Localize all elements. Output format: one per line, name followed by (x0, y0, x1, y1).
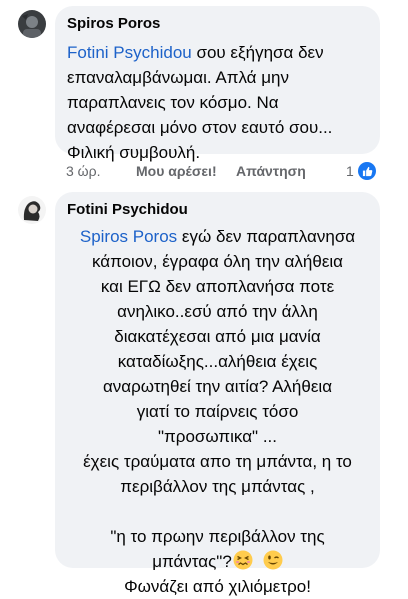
like-reaction-icon[interactable] (358, 162, 376, 180)
comment-line: γιατί το παίρνεις τόσο (136, 402, 299, 421)
comment-line: διακατέχεσαι από μια μανία (114, 327, 321, 346)
comment-line: καταδίωξης...αλήθεια έχεις (117, 352, 318, 371)
comment-time[interactable]: 3 ώρ. (66, 163, 100, 179)
comment-line: Spiros Poros εγώ δεν παραπλανησα (67, 224, 368, 249)
avatar-photo-icon (18, 196, 46, 224)
comment-line-text: εγώ δεν παραπλανησα (177, 227, 356, 246)
winking-face-icon (263, 550, 283, 570)
comment-line: "προσωπικα" ... (158, 427, 277, 446)
comment-line: έχεις τραύματα απο τη μπάντα, η το (83, 452, 352, 471)
avatar[interactable] (18, 196, 46, 224)
comment-line: και ΕΓΩ δεν αποπλανήσα ποτε (100, 277, 335, 296)
comment-author[interactable]: Spiros Poros (67, 14, 368, 34)
comment-line: κάποιον, έγραφα όλη την αλήθεια (91, 252, 343, 271)
mention-link[interactable]: Spiros Poros (80, 227, 177, 246)
comment-line: ανηλικο..εσύ από την άλλη (117, 302, 318, 321)
comment-text: Spiros Poros εγώ δεν παραπλανησα κάποιον… (67, 224, 368, 599)
comment-line-text: μπάντας"? (152, 552, 232, 571)
comment-line: Φωνάζει από χιλιόμετρο! (124, 577, 311, 596)
comment-author[interactable]: Fotini Psychidou (67, 200, 368, 220)
comment-line: περιβάλλον της μπάντας , (120, 477, 315, 496)
comment-text: Fotini Psychidou σου εξήγησα δεν επαναλα… (67, 40, 368, 165)
avatar[interactable] (18, 10, 46, 38)
avatar-photo-icon (18, 10, 46, 38)
reply-button[interactable]: Απάντηση (236, 163, 306, 179)
comment-bubble: Spiros Poros Fotini Psychidou σου εξήγησ… (55, 6, 380, 162)
reaction-count[interactable]: 1 (346, 163, 354, 179)
comment-actions: 3 ώρ. Μου αρέσει! Απάντηση 1 (66, 160, 386, 184)
thumbs-up-icon (362, 166, 372, 176)
comment-line: μπάντας"? (67, 549, 368, 574)
comment-line (67, 499, 368, 524)
comment-bubble: Fotini Psychidou Spiros Poros εγώ δεν πα… (55, 192, 380, 596)
comment-line: "η το πρωην περιβάλλον της (110, 527, 325, 546)
like-button[interactable]: Μου αρέσει! (136, 163, 217, 179)
mention-link[interactable]: Fotini Psychidou (67, 43, 192, 62)
confounded-face-icon (233, 550, 253, 570)
comment-line: αναρωτηθεί την αιτία? Αλήθεια (102, 377, 333, 396)
